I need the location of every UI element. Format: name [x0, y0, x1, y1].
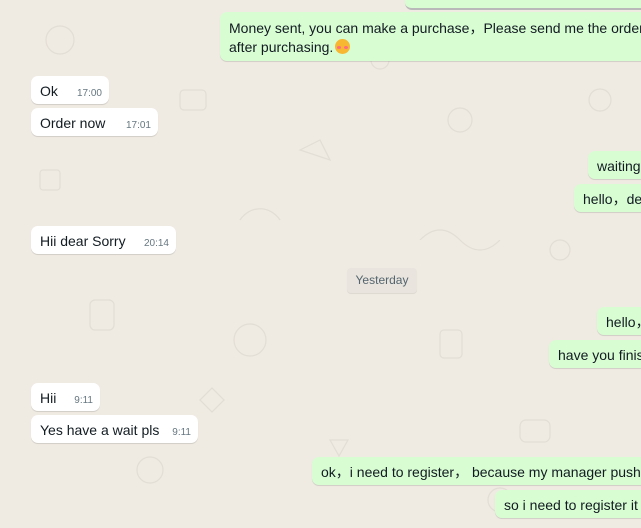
message-text: Hii: [40, 390, 57, 406]
outgoing-message[interactable]: have you finis: [549, 340, 641, 368]
message-timestamp: 17:00: [76, 88, 102, 99]
message-text: waiting: [597, 158, 641, 174]
previous-message-edge: [405, 0, 641, 10]
message-text: have you finis: [558, 347, 641, 363]
message-text: hello，: [606, 314, 641, 330]
outgoing-message[interactable]: so i need to register it: [495, 490, 641, 518]
message-timestamp: 20:14: [143, 238, 169, 249]
outgoing-message[interactable]: Money sent, you can make a purchase，Plea…: [220, 12, 641, 61]
message-timestamp: 9:11: [172, 427, 191, 438]
message-text: Order now: [40, 115, 106, 131]
outgoing-message[interactable]: hello，de: [574, 184, 641, 212]
day-divider: Yesterday: [347, 268, 417, 293]
incoming-message[interactable]: Yes have a wait pls 9:11: [31, 415, 198, 443]
message-timestamp: 9:11: [74, 395, 93, 406]
incoming-message[interactable]: Order now 17:01: [31, 108, 158, 136]
message-text: after purchasing.: [229, 39, 334, 55]
incoming-message[interactable]: Hii dear Sorry 20:14: [31, 226, 176, 254]
incoming-message[interactable]: Hii 9:11: [31, 383, 100, 411]
incoming-message[interactable]: Ok 17:00: [31, 76, 109, 104]
smiling-face-with-hearts-icon: [335, 39, 351, 54]
message-text: hello，de: [583, 191, 641, 207]
outgoing-message[interactable]: waiting: [588, 151, 641, 179]
message-timestamp: 17:01: [125, 120, 151, 131]
message-text: ok，i need to register， because my manage…: [321, 464, 641, 480]
outgoing-message[interactable]: hello，: [597, 307, 641, 335]
message-text: Hii dear Sorry: [40, 233, 126, 249]
outgoing-message[interactable]: ok，i need to register， because my manage…: [312, 457, 641, 485]
message-text: so i need to register it: [504, 497, 638, 513]
message-text: Money sent, you can make a purchase，Plea…: [229, 20, 641, 36]
message-text: Ok: [40, 83, 58, 99]
message-text: Yes have a wait pls: [40, 422, 160, 438]
